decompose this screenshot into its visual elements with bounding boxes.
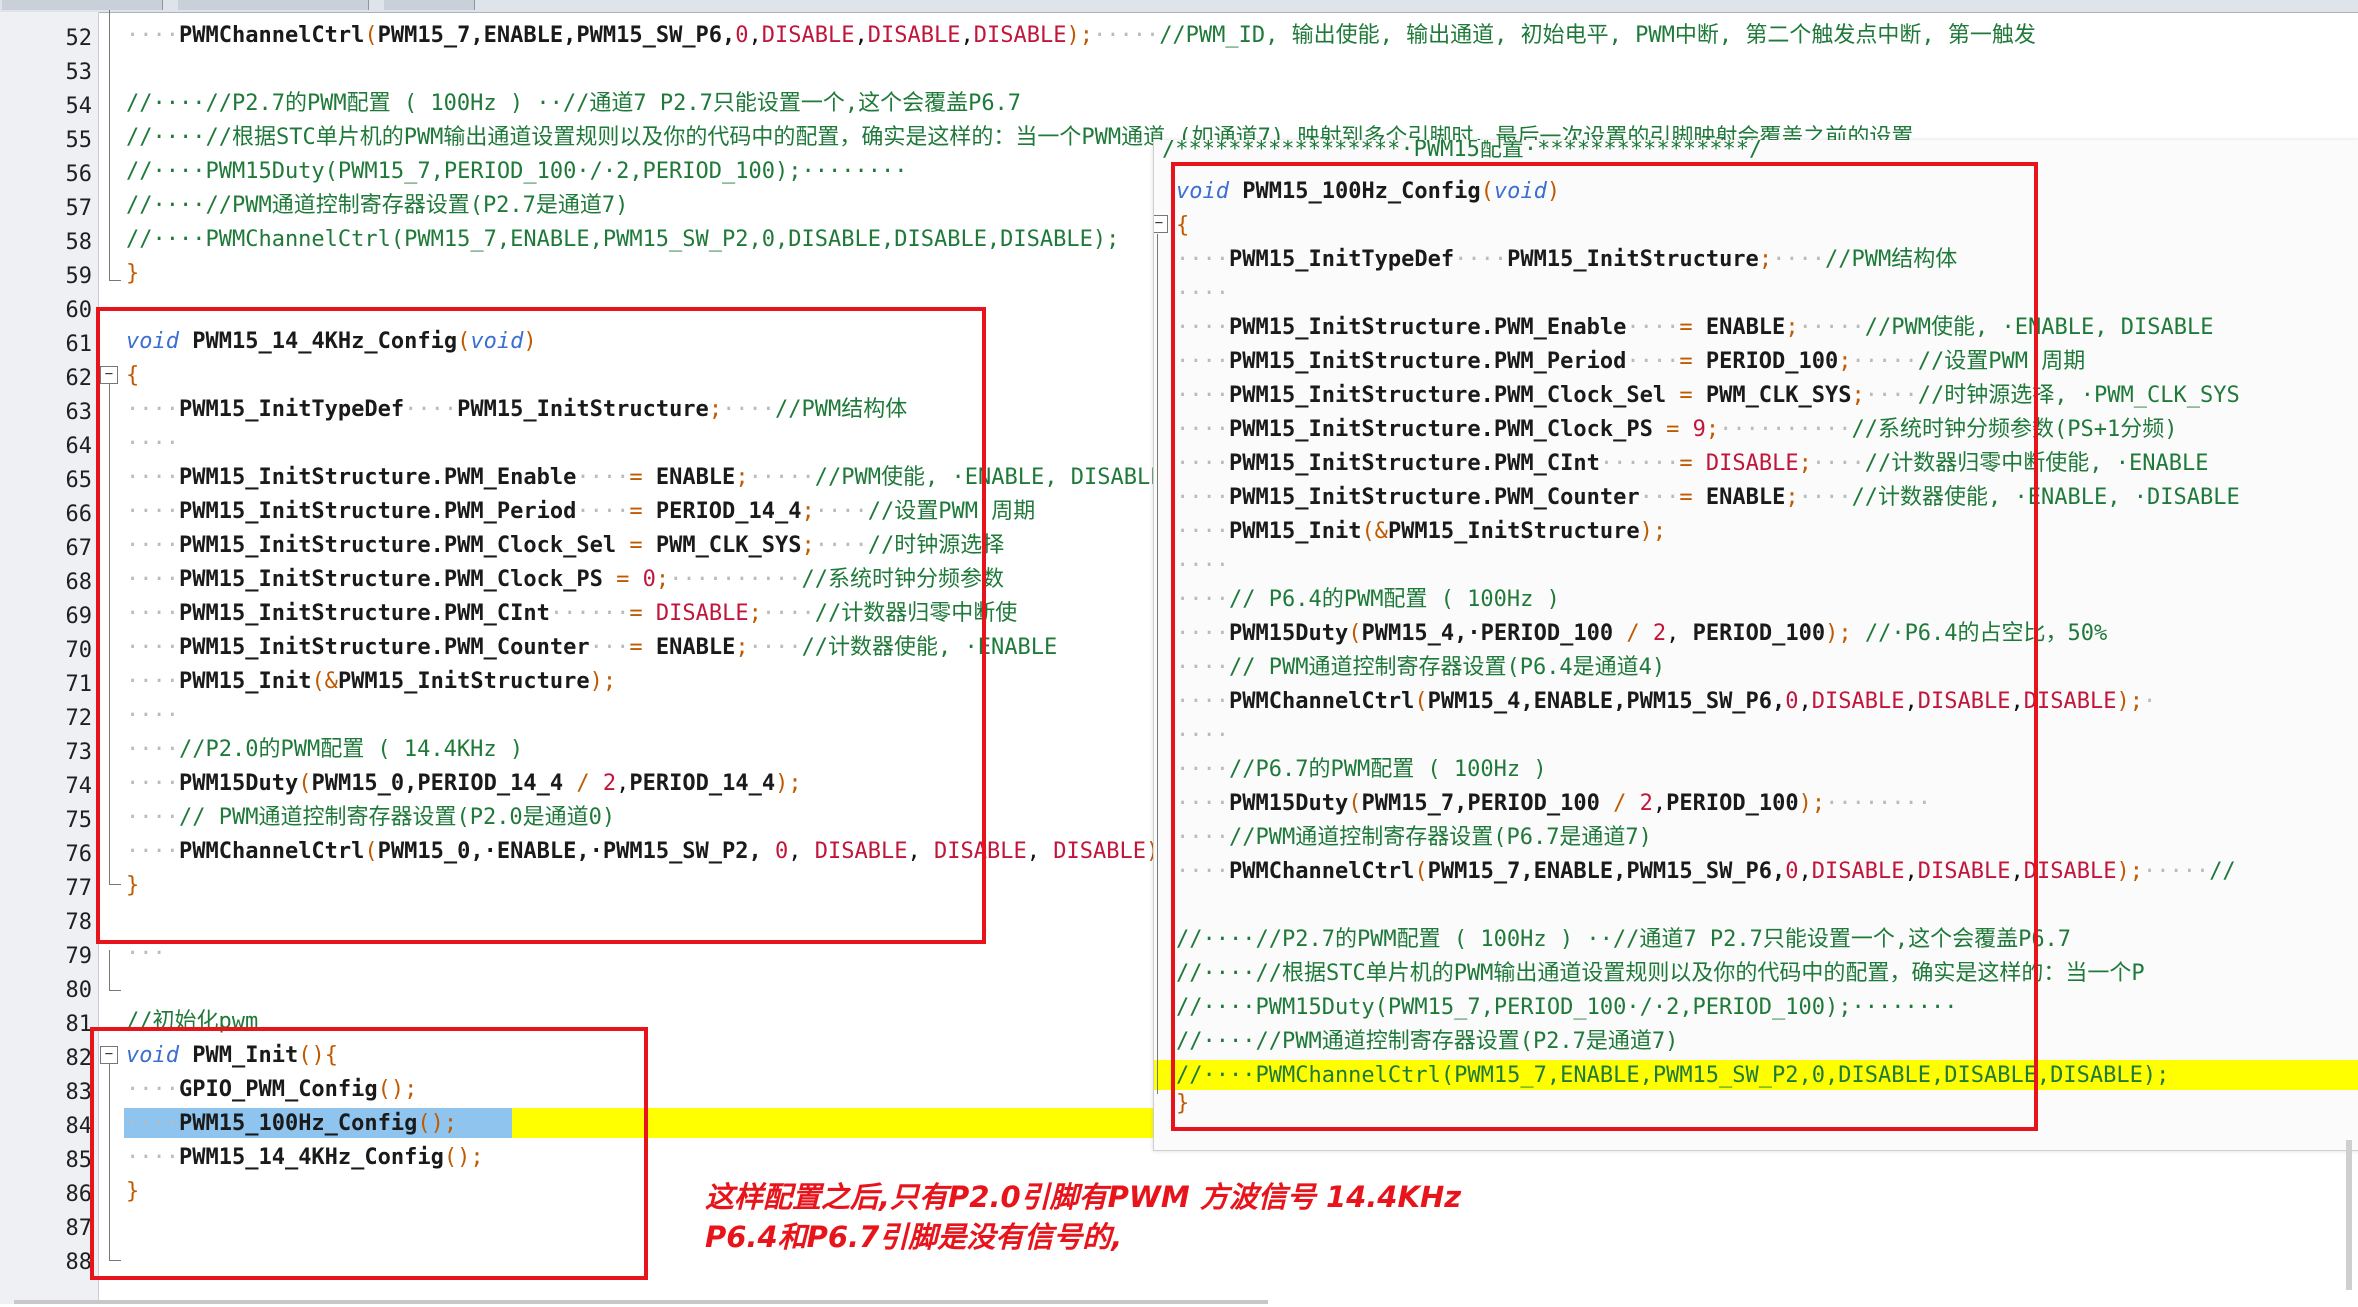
line-number: 62 <box>65 366 93 391</box>
code-line[interactable]: //····PWMChannelCtrl(PWM15_7,ENABLE,PWM1… <box>126 224 1119 256</box>
line-number: 84 <box>65 1114 93 1139</box>
line-number: 88 <box>65 1250 93 1275</box>
code-line[interactable]: //····//P2.7的PWM配置 ( 100Hz ) ··//通道7 P2.… <box>126 88 1021 120</box>
annotation-box-14-4khz-config <box>96 307 986 944</box>
annotation-box-100hz-config <box>1171 162 2038 1131</box>
line-number: 65 <box>65 468 93 493</box>
line-number: 55 <box>65 128 93 153</box>
line-number: 64 <box>65 434 93 459</box>
line-number: 81 <box>65 1012 93 1037</box>
tab-bar <box>0 0 2358 13</box>
line-number: 74 <box>65 774 93 799</box>
annotation-box-pwm-init <box>90 1027 648 1280</box>
line-number: 58 <box>65 230 93 255</box>
line-number: 68 <box>65 570 93 595</box>
editor-tab[interactable] <box>2 0 163 10</box>
line-number-gutter: 52 53 54 55 56 57 58 59 60 61 62 63 64 65 66 67 68 69 70 71… <box>0 12 99 1304</box>
line-number: 60 <box>65 298 93 323</box>
line-number: 86 <box>65 1182 93 1207</box>
code-editor[interactable]: 52 53 54 55 56 57 58 59 60 61 62 63 64 65 66 67 68 69 70 71… <box>0 0 2358 1307</box>
code-line[interactable]: //····PWM15Duty(PWM15_7,PERIOD_100·/·2,P… <box>126 156 907 188</box>
fold-line <box>109 10 110 280</box>
line-number: 67 <box>65 536 93 561</box>
line-number: 80 <box>65 978 93 1003</box>
line-number: 87 <box>65 1216 93 1241</box>
line-number: 77 <box>65 876 93 901</box>
editor-tab[interactable] <box>384 0 475 10</box>
annotation-note-line1: 这样配置之后,只有P2.0引脚有PWM 方波信号 14.4KHz <box>705 1180 1462 1214</box>
code-line[interactable]: } <box>126 258 139 290</box>
line-number: 54 <box>65 94 93 119</box>
line-number: 63 <box>65 400 93 425</box>
line-number: 83 <box>65 1080 93 1105</box>
line-number: 76 <box>65 842 93 867</box>
line-number: 52 <box>65 26 93 51</box>
line-number: 70 <box>65 638 93 663</box>
line-number: 73 <box>65 740 93 765</box>
line-number: 78 <box>65 910 93 935</box>
line-number: 66 <box>65 502 93 527</box>
line-number: 79 <box>65 944 93 969</box>
line-number: 59 <box>65 264 93 289</box>
line-number: 75 <box>65 808 93 833</box>
code-line[interactable]: ····PWMChannelCtrl(PWM15_7,ENABLE,PWM15_… <box>126 20 2036 52</box>
line-number: 69 <box>65 604 93 629</box>
line-number: 71 <box>65 672 93 697</box>
line-number: 57 <box>65 196 93 221</box>
fold-line <box>1157 234 1158 1094</box>
fold-line <box>109 950 110 990</box>
annotation-note-line2: P6.4和P6.7引脚是没有信号的, <box>705 1220 1123 1254</box>
fold-toggle-icon[interactable]: − <box>1154 215 1168 233</box>
line-number: 82 <box>65 1046 93 1071</box>
horizontal-scrollbar[interactable] <box>14 1300 1268 1304</box>
line-number: 85 <box>65 1148 93 1173</box>
line-number: 61 <box>65 332 93 357</box>
fold-line-end <box>109 280 121 281</box>
editor-tab[interactable] <box>178 0 369 10</box>
annotation-note: 这样配置之后,只有P2.0引脚有PWM 方波信号 14.4KHz P6.4和P6.… <box>705 1177 1461 1257</box>
vertical-scrollbar[interactable] <box>2346 1140 2352 1290</box>
line-number: 56 <box>65 162 93 187</box>
line-number: 72 <box>65 706 93 731</box>
code-line[interactable]: //····//PWM通道控制寄存器设置(P2.7是通道7) <box>126 190 628 222</box>
fold-line-end <box>109 990 121 991</box>
line-number: 53 <box>65 60 93 85</box>
